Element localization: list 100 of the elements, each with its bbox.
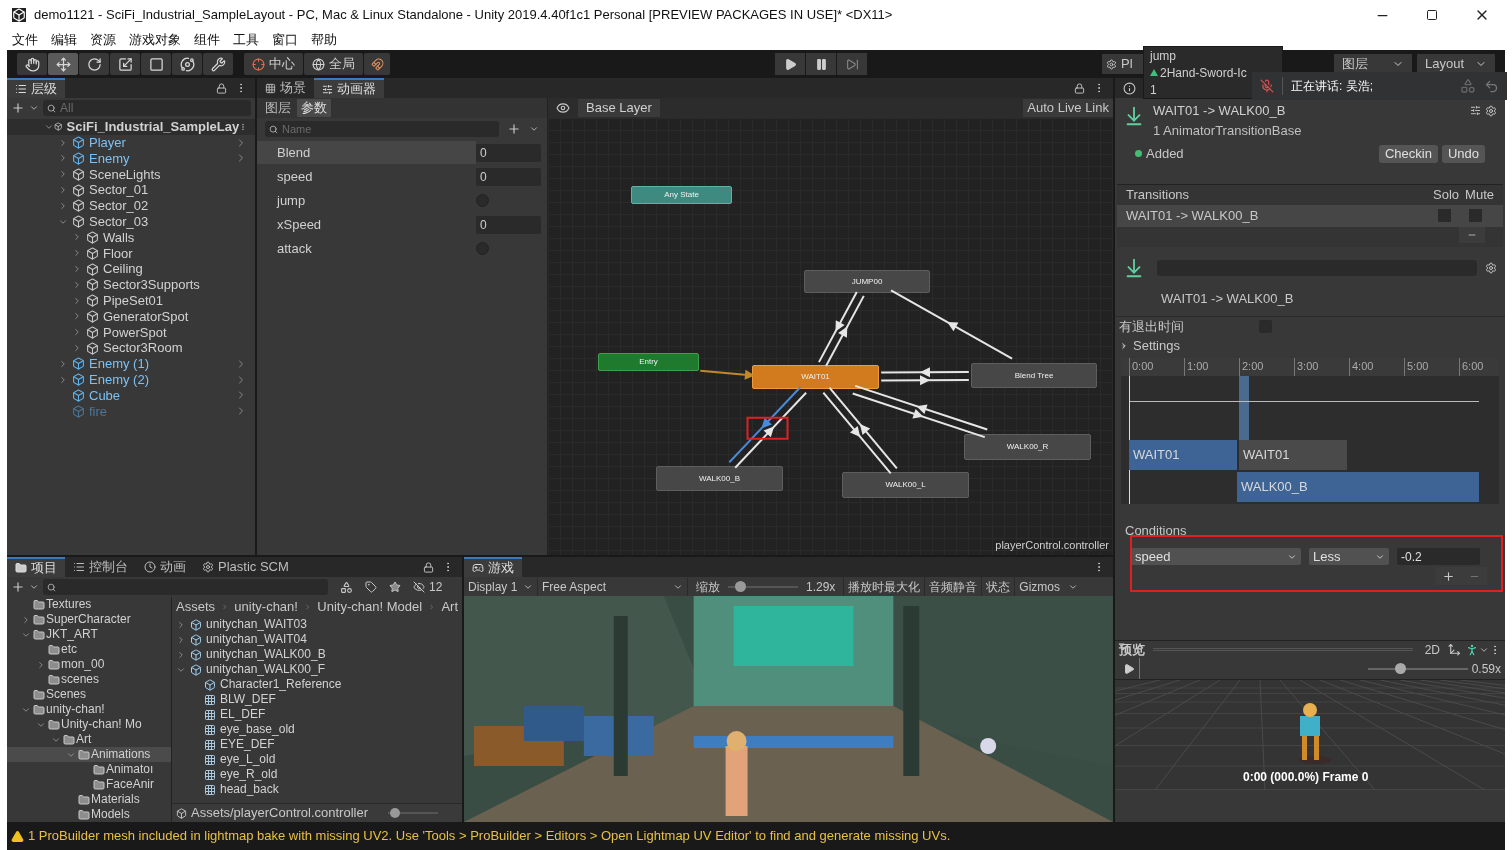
play-button[interactable] [775, 53, 805, 75]
parameter-name[interactable]: Blend [257, 141, 476, 164]
asset-item[interactable]: eye_L_old [220, 752, 276, 767]
layers-dropdown[interactable]: 图层 [1334, 54, 1412, 74]
asset-item[interactable]: unitychan_WAIT03 [206, 617, 307, 632]
asset-item[interactable]: unitychan_WALK00_B [206, 647, 326, 662]
pivot-icon[interactable] [1448, 643, 1461, 656]
breadcrumb-item[interactable]: Unity-chan! Model [317, 597, 423, 617]
menu-item[interactable]: 窗口 [272, 30, 298, 50]
parameter-name[interactable]: xSpeed [257, 213, 476, 236]
display-dropdown[interactable]: Display 1 [464, 577, 538, 596]
folder-item[interactable]: scenes [61, 672, 100, 687]
menu-item[interactable]: 编辑 [51, 30, 77, 50]
folder-item[interactable]: Scenes [46, 687, 87, 702]
folder-item[interactable]: JKT_ART [46, 627, 98, 642]
add-icon[interactable] [11, 101, 25, 115]
folder-item[interactable]: Materials [91, 792, 140, 807]
folder-item[interactable]: Models [91, 807, 130, 822]
sub-tab[interactable]: 图层 [261, 99, 295, 117]
2d-toggle[interactable]: 2D [1420, 640, 1444, 659]
foldout-arrow-icon[interactable] [1119, 341, 1129, 351]
parameter-value-field[interactable]: 0 [476, 143, 541, 162]
snap-button[interactable] [364, 53, 390, 75]
slider-thumb[interactable] [390, 808, 401, 818]
label-icon[interactable] [365, 581, 377, 593]
menu-item[interactable]: 资源 [90, 30, 116, 50]
parameter-dropdown[interactable]: speed [1131, 548, 1301, 565]
panel-tab[interactable]: 游戏 [464, 557, 522, 577]
panel-tab[interactable]: 场景 [257, 78, 314, 98]
tool-button[interactable] [79, 53, 109, 75]
panel-tab[interactable]: Plastic SCM [194, 557, 297, 577]
breadcrumb-item[interactable]: unity-chan! [234, 597, 298, 617]
add-icon[interactable] [11, 580, 25, 594]
state-node[interactable]: JUMP00 [804, 270, 930, 293]
hierarchy-item[interactable]: Enemy (1) [89, 354, 235, 374]
parameter-name[interactable]: speed [257, 165, 476, 188]
lock-icon[interactable] [216, 82, 227, 94]
settings-icon[interactable] [1485, 261, 1497, 274]
layer-breadcrumb[interactable]: Base Layer [578, 99, 660, 117]
state-node[interactable]: WALK00_R [964, 434, 1091, 460]
mode-dropdown[interactable]: Less [1309, 548, 1389, 565]
step-button[interactable] [837, 53, 867, 75]
folder-item[interactable]: Art [76, 732, 92, 747]
asset-item[interactable]: eye_R_old [220, 767, 278, 782]
maximize-icon[interactable] [1426, 9, 1438, 21]
transition-timeline[interactable]: 0:00 1:00 2:00 3:00 4:00 5:00 6:00 WAIT01 WAIT01 WALK00_B [1121, 358, 1499, 504]
add-icon[interactable] [1442, 569, 1455, 583]
clip-bar[interactable]: WALK00_B [1237, 472, 1479, 502]
settings-icon[interactable] [1485, 105, 1497, 117]
add-icon[interactable] [507, 122, 521, 136]
pause-button[interactable] [806, 53, 836, 75]
mute-checkbox[interactable] [1469, 209, 1482, 222]
clip-bar[interactable]: WAIT01 [1129, 440, 1237, 470]
hierarchy-item[interactable]: PowerSpot [103, 322, 247, 342]
panel-tab[interactable]: 控制台 [65, 557, 136, 577]
parameter-name[interactable]: jump [257, 189, 476, 212]
action-button[interactable]: Checkin [1378, 144, 1438, 163]
menu-item[interactable]: 帮助 [311, 30, 337, 50]
settings-foldout[interactable]: Settings [1133, 336, 1180, 356]
aspect-dropdown[interactable]: Free Aspect [538, 577, 688, 596]
asset-item[interactable]: head_back [220, 782, 279, 797]
folder-item[interactable]: mon_00 [61, 657, 105, 672]
action-button[interactable]: Undo [1441, 144, 1485, 163]
folder-item[interactable]: etc [61, 642, 77, 657]
panel-tab[interactable]: 项目 [7, 557, 65, 577]
favorite-icon[interactable] [389, 581, 401, 593]
state-node[interactable]: Entry [598, 353, 699, 371]
folder-item[interactable]: Unity-chan! Mo [61, 717, 142, 732]
lock-icon[interactable] [423, 561, 434, 573]
folder-item[interactable]: SuperCharacter [46, 612, 131, 627]
asset-item[interactable]: unitychan_WALK00_F [206, 662, 325, 677]
popup-item[interactable]: 1 [1150, 80, 1157, 99]
space-button[interactable]: 全局 [304, 53, 363, 75]
popup-item[interactable]: jump [1150, 46, 1176, 65]
state-node[interactable]: Any State [631, 186, 732, 204]
folder-item[interactable]: Animatoı [106, 762, 154, 777]
asset-item[interactable]: Character1_Reference [220, 677, 342, 692]
asset-item[interactable]: BLW_DEF [220, 692, 276, 707]
asset-item[interactable]: eye_base_old [220, 722, 295, 737]
auto-live-link-button[interactable]: Auto Live Link [1023, 99, 1113, 117]
popup-item[interactable]: 2Hand-Sword-Ic [1160, 63, 1247, 82]
folder-item[interactable]: unity-chan! [46, 702, 105, 717]
state-node[interactable]: Blend Tree [971, 363, 1097, 388]
lock-icon[interactable] [1074, 82, 1085, 94]
pivot-button[interactable]: 中心 [244, 53, 303, 75]
menu-item[interactable]: 游戏对象 [129, 30, 181, 50]
caret-icon[interactable] [29, 103, 39, 113]
caret-icon[interactable] [29, 582, 39, 592]
tool-button[interactable] [48, 53, 78, 75]
menu-item[interactable]: 组件 [194, 30, 220, 50]
asset-item[interactable]: EL_DEF [220, 707, 266, 722]
tool-button[interactable] [141, 53, 171, 75]
folder-item[interactable]: Textures [46, 597, 92, 612]
tool-button[interactable] [172, 53, 202, 75]
back-icon[interactable] [1484, 78, 1499, 94]
preset-icon[interactable] [1470, 105, 1481, 116]
parameter-value-field[interactable]: 0 [476, 167, 541, 186]
asset-item[interactable]: EYE_DEF [220, 737, 275, 752]
parameter-name[interactable]: attack [257, 237, 476, 260]
asset-item[interactable]: unitychan_WAIT04 [206, 632, 307, 647]
